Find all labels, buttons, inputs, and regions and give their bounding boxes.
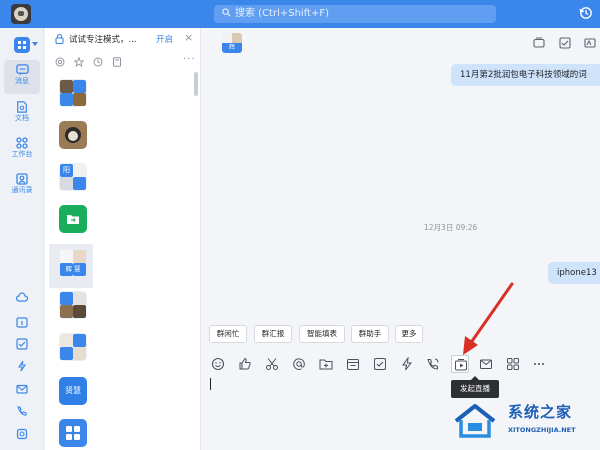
scissors-icon[interactable] <box>265 357 279 371</box>
emoji-icon[interactable] <box>211 357 225 371</box>
chevron-down-icon[interactable] <box>32 42 38 46</box>
top-bar: 搜索 (Ctrl+Shift+F) <box>0 0 600 28</box>
contacts-icon <box>16 173 28 185</box>
quick-action-bar: 群闲忙 群汇报 智能填表 群助手 更多 <box>202 325 600 345</box>
chat-header: 辉 <box>202 28 600 58</box>
user-avatar[interactable] <box>11 4 31 24</box>
folder-icon <box>67 215 79 224</box>
flash-icon[interactable] <box>400 357 414 371</box>
star-icon[interactable] <box>74 57 84 67</box>
nav-item-contacts[interactable]: 通讯录 <box>4 170 40 204</box>
list-item[interactable] <box>49 414 93 450</box>
phone-icon[interactable] <box>16 405 28 417</box>
chat-bubble-icon <box>15 64 29 76</box>
close-icon[interactable]: × <box>184 31 193 44</box>
avatar <box>59 121 87 149</box>
message-timestamp: 12月3日 09:26 <box>424 223 478 232</box>
calendar-icon[interactable] <box>16 316 28 328</box>
list-item[interactable]: 阳 <box>49 158 93 202</box>
history-icon[interactable] <box>579 6 593 20</box>
add-folder-icon[interactable] <box>319 357 333 371</box>
nav-label-messages: 消息 <box>15 77 29 85</box>
more-icon[interactable]: ··· <box>183 54 196 65</box>
focus-mode-enable-button[interactable]: 开启 <box>156 33 173 45</box>
live-stream-button[interactable] <box>451 355 469 373</box>
nav-label-workspace: 工作台 <box>11 150 33 158</box>
call-icon[interactable] <box>426 357 440 371</box>
avatar: 贤慧 <box>59 377 87 405</box>
list-item[interactable] <box>49 200 93 244</box>
list-item[interactable]: 贤慧 <box>49 372 93 416</box>
nav-label-contacts: 通讯录 <box>11 186 33 194</box>
calendar-icon[interactable] <box>346 357 360 371</box>
quick-button-report[interactable]: 群汇报 <box>254 325 292 343</box>
avatar <box>59 79 87 107</box>
chat-panel: 辉 11月第2批润包电子科技领域的词 12月3日 09:26 iphone13 … <box>202 28 600 450</box>
doc-link-icon[interactable] <box>16 428 28 440</box>
translate-icon[interactable] <box>584 37 596 49</box>
list-item[interactable] <box>49 74 93 118</box>
more-icon[interactable] <box>532 357 546 371</box>
group-avatar[interactable]: 辉 <box>222 33 242 53</box>
mail-icon[interactable] <box>16 383 28 395</box>
message-bubble[interactable]: iphone13 <box>548 262 600 284</box>
scrollbar[interactable] <box>194 72 198 96</box>
task-check-icon[interactable] <box>16 338 28 350</box>
conversation-list: 试试专注模式，... 开启 × ··· 阳 辉 慧 贤慧 <box>45 28 201 450</box>
quick-button-assistant[interactable]: 群助手 <box>351 325 389 343</box>
watermark-subtitle: XITONGZHIJIA.NET <box>508 426 576 434</box>
workspace-grid-icon <box>16 137 28 149</box>
lock-icon <box>55 33 64 44</box>
list-item[interactable] <box>49 328 93 372</box>
quick-button-smart-form[interactable]: 智能填表 <box>299 325 345 343</box>
text-cursor <box>210 378 211 390</box>
video-icon[interactable] <box>533 37 545 49</box>
avatar <box>59 205 87 233</box>
cloud-icon[interactable] <box>16 292 28 304</box>
composer-toolbar <box>202 355 600 375</box>
list-item[interactable] <box>49 286 93 330</box>
list-item[interactable]: 辉 慧 <box>49 244 93 288</box>
nav-item-messages[interactable]: 消息 <box>4 60 40 94</box>
house-logo-icon <box>454 404 496 438</box>
nav-item-workspace[interactable]: 工作台 <box>4 134 40 168</box>
focus-mode-banner: 试试专注模式，... 开启 × <box>45 28 201 50</box>
doc-icon[interactable] <box>112 57 122 67</box>
nav-item-docs[interactable]: 文档 <box>4 98 40 132</box>
live-stream-icon <box>455 359 467 371</box>
task-check-icon[interactable] <box>373 357 387 371</box>
focus-mode-title: 试试专注模式，... <box>69 35 137 45</box>
list-item[interactable] <box>49 116 93 160</box>
watermark: 系统之家 XITONGZHIJIA.NET <box>452 396 600 450</box>
apps-icon[interactable] <box>506 357 520 371</box>
left-nav: 消息 文档 工作台 通讯录 <box>0 28 44 450</box>
flash-icon[interactable] <box>16 360 28 372</box>
quick-button-busy[interactable]: 群闲忙 <box>209 325 247 343</box>
avatar: 辉 慧 <box>59 249 87 277</box>
task-check-icon[interactable] <box>559 37 571 49</box>
quick-button-more[interactable]: 更多 <box>395 325 423 343</box>
search-icon <box>222 8 231 17</box>
document-icon <box>17 101 27 113</box>
workspace-grid-icon <box>66 426 80 440</box>
message-bubble[interactable]: 11月第2批润包电子科技领域的词 <box>451 64 600 86</box>
thumbs-up-icon[interactable] <box>238 357 252 371</box>
filter-row: ··· <box>45 54 201 71</box>
nav-label-docs: 文档 <box>15 114 29 122</box>
mail-icon[interactable] <box>479 357 493 371</box>
watermark-title: 系统之家 <box>508 403 573 421</box>
apps-menu-button[interactable] <box>14 37 30 53</box>
avatar: 阳 <box>59 163 87 191</box>
avatar <box>59 291 87 319</box>
mention-icon[interactable] <box>55 57 65 67</box>
avatar <box>59 419 87 447</box>
avatar <box>59 333 87 361</box>
time-icon[interactable] <box>93 57 103 67</box>
at-icon[interactable] <box>292 357 306 371</box>
search-placeholder: 搜索 (Ctrl+Shift+F) <box>235 8 330 19</box>
search-input[interactable]: 搜索 (Ctrl+Shift+F) <box>214 5 496 23</box>
